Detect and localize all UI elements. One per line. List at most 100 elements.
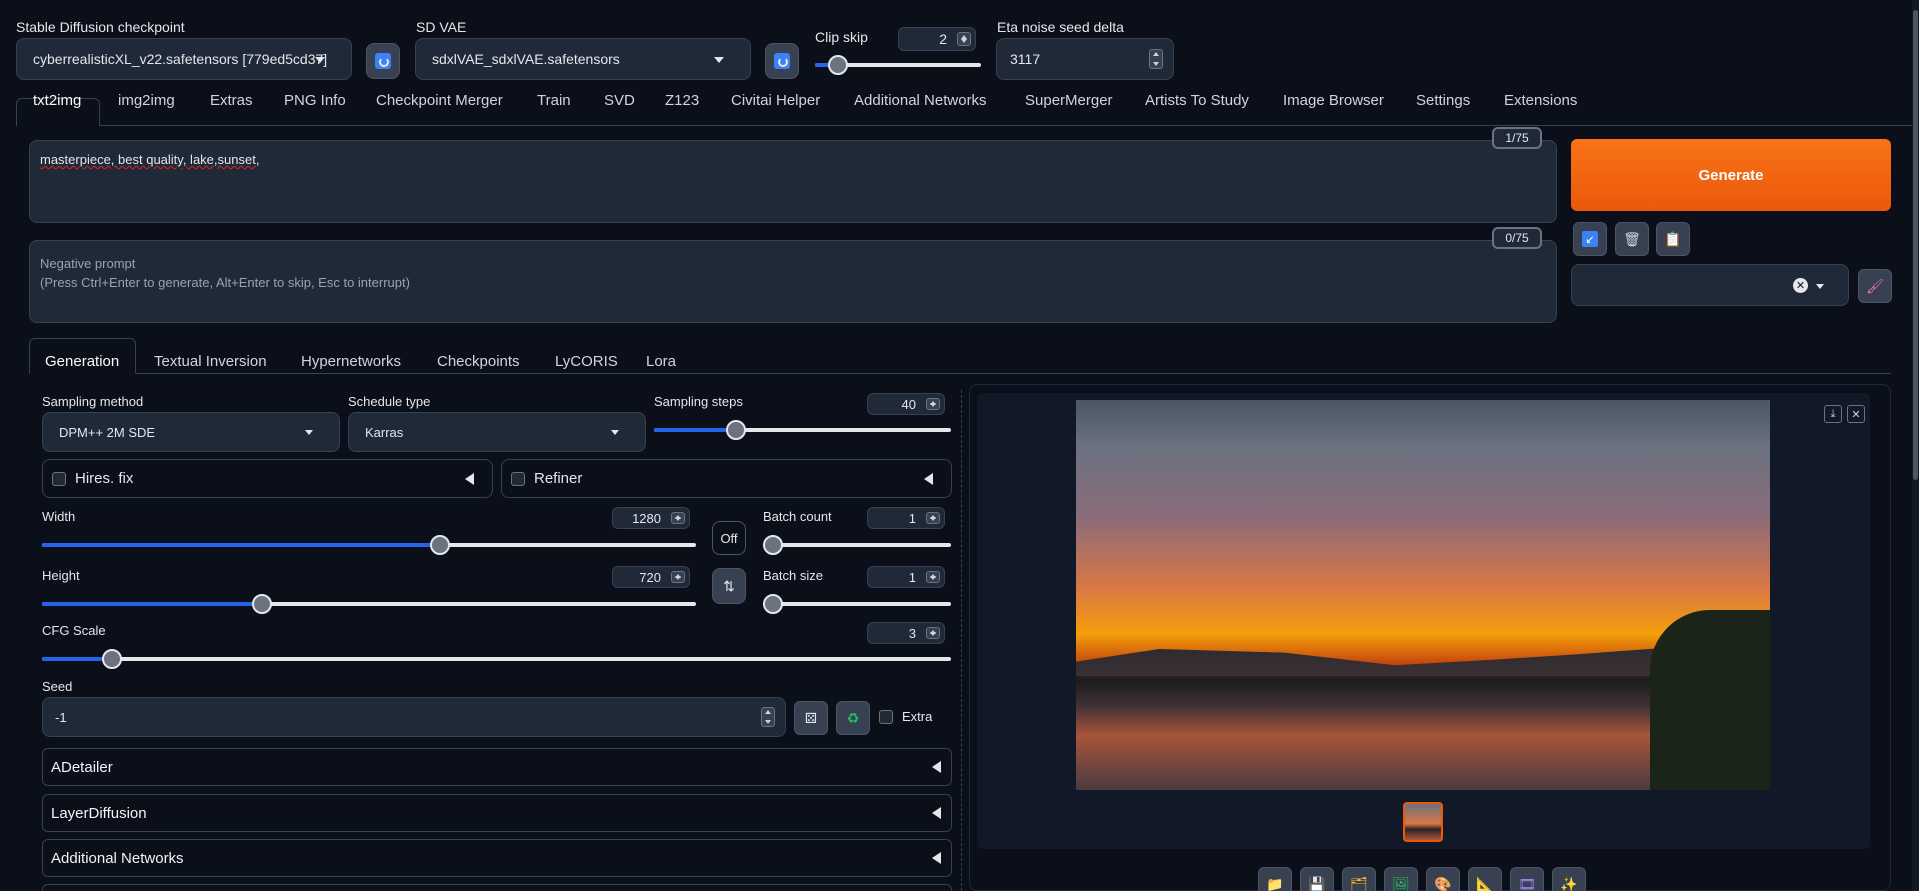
paste-button[interactable]: 📋 [1656,222,1690,256]
cfg-scale-label: CFG Scale [42,623,106,638]
seed-input[interactable]: -1 [42,697,786,737]
tab-image-browser[interactable]: Image Browser [1283,92,1384,109]
thumbnail[interactable] [1403,802,1443,842]
slider-thumb[interactable] [763,535,783,555]
tab-txt2img[interactable]: txt2img [33,92,81,109]
chevron-down-icon [714,57,724,63]
stepper-icon[interactable] [761,707,775,727]
sampling-method-dropdown[interactable]: DPM++ 2M SDE [42,412,340,452]
schedule-type-dropdown[interactable]: Karras [348,412,646,452]
stepper-icon[interactable] [926,512,940,524]
read-params-button[interactable]: ↙ [1573,222,1607,256]
open-folder-button[interactable]: 📁 [1258,867,1292,891]
stepper-icon[interactable] [926,571,940,583]
tab-png-info[interactable]: PNG Info [284,92,346,109]
zip-button[interactable]: 🗂 [1342,867,1376,891]
slider-thumb[interactable] [252,594,272,614]
tab-img2img[interactable]: img2img [118,92,175,109]
subtab-checkpoints[interactable]: Checkpoints [437,353,520,370]
refiner-accordion[interactable]: Refiner [501,459,952,498]
slider-thumb[interactable] [102,649,122,669]
page-scrollbar[interactable] [1912,0,1919,891]
generate-button[interactable]: Generate [1571,139,1891,211]
refresh-checkpoint-button[interactable] [366,43,400,79]
tab-z123[interactable]: Z123 [665,92,699,109]
output-image[interactable] [1076,400,1770,790]
tab-svd[interactable]: SVD [604,92,635,109]
enhance-button[interactable]: ✨ [1552,867,1586,891]
batch-size-slider[interactable] [763,594,951,614]
sampling-steps-input[interactable]: 40 [867,393,945,415]
stepper-icon[interactable] [926,627,940,639]
hires-off-button[interactable]: Off [712,521,746,555]
tab-supermerger[interactable]: SuperMerger [1025,92,1113,109]
clip-skip-slider[interactable] [815,55,981,75]
layerdiffusion-accordion[interactable]: LayerDiffusion [42,794,952,832]
tab-checkpoint-merger[interactable]: Checkpoint Merger [376,92,503,109]
stepper-icon[interactable] [671,571,685,583]
subtab-lycoris[interactable]: LyCORIS [555,353,618,370]
vae-dropdown[interactable]: sdxlVAE_sdxlVAE.safetensors [415,38,751,80]
chevron-down-icon [305,430,313,435]
slider-thumb[interactable] [763,594,783,614]
batch-size-input[interactable]: 1 [867,566,945,588]
batch-count-slider[interactable] [763,535,951,555]
tab-artists-to-study[interactable]: Artists To Study [1145,92,1249,109]
checkpoint-dropdown[interactable]: cyberrealisticXL_v22.safetensors [779ed5… [16,38,352,80]
refiner-checkbox[interactable] [511,472,525,486]
stepper-icon[interactable] [926,398,940,410]
clip-skip-input[interactable]: 2 [898,27,976,51]
tab-civitai-helper[interactable]: Civitai Helper [731,92,820,109]
send-to-svd-button[interactable]: 🎞 [1510,867,1544,891]
refresh-icon [774,53,790,69]
refiner-label: Refiner [534,470,583,487]
save-button[interactable]: 💾 [1300,867,1334,891]
send-to-img2img-button[interactable]: 🖼 [1384,867,1418,891]
hires-fix-accordion[interactable]: Hires. fix [42,459,493,498]
tab-additional-networks[interactable]: Additional Networks [854,92,987,109]
cfg-scale-slider[interactable] [42,649,951,669]
negative-prompt-textarea[interactable]: Negative prompt (Press Ctrl+Enter to gen… [29,240,1557,323]
download-button[interactable]: ⤓ [1824,405,1842,423]
height-slider[interactable] [42,594,696,614]
reuse-seed-button[interactable]: ♻ [836,701,870,735]
hires-fix-checkbox[interactable] [52,472,66,486]
width-input[interactable]: 1280 [612,507,690,529]
scrollbar-thumb[interactable] [1913,10,1918,480]
height-input[interactable]: 720 [612,566,690,588]
close-output-button[interactable]: ✕ [1847,405,1865,423]
refresh-vae-button[interactable] [765,43,799,79]
send-to-inpaint-button[interactable]: 🎨 [1426,867,1460,891]
stepper-icon[interactable] [671,512,685,524]
sampling-steps-slider[interactable] [654,420,951,440]
tab-settings[interactable]: Settings [1416,92,1470,109]
width-slider[interactable] [42,535,696,555]
subtab-textual-inversion[interactable]: Textual Inversion [154,353,267,370]
apply-styles-button[interactable]: 🖌 [1858,269,1892,303]
slider-thumb[interactable] [430,535,450,555]
random-seed-button[interactable]: ⚄ [794,701,828,735]
adetailer-accordion[interactable]: ADetailer [42,748,952,786]
subtab-lora[interactable]: Lora [646,353,676,370]
clip-skip-thumb[interactable] [828,55,848,75]
swap-dimensions-button[interactable]: ⇅ [712,568,746,604]
eta-input[interactable]: 3117 [996,38,1174,80]
tab-train[interactable]: Train [537,92,571,109]
slider-thumb[interactable] [726,420,746,440]
send-to-extras-button[interactable]: 📐 [1468,867,1502,891]
additional-networks-accordion[interactable]: Additional Networks [42,839,952,877]
stepper-icon[interactable] [957,32,971,46]
cfg-scale-input[interactable]: 3 [867,622,945,644]
clear-icon[interactable]: ✕ [1793,278,1808,293]
prompt-textarea[interactable]: masterpiece, best quality, lake,sunset, [29,140,1557,223]
styles-dropdown[interactable]: ✕ [1571,264,1849,306]
tab-extras[interactable]: Extras [210,92,253,109]
clear-prompt-button[interactable]: 🗑 [1615,222,1649,256]
tab-extensions[interactable]: Extensions [1504,92,1577,109]
batch-count-input[interactable]: 1 [867,507,945,529]
subtab-generation[interactable]: Generation [45,353,119,370]
extra-checkbox[interactable] [879,710,893,724]
subtab-hypernetworks[interactable]: Hypernetworks [301,353,401,370]
save-icon: 💾 [1308,875,1326,891]
stepper-icon[interactable] [1149,49,1163,69]
